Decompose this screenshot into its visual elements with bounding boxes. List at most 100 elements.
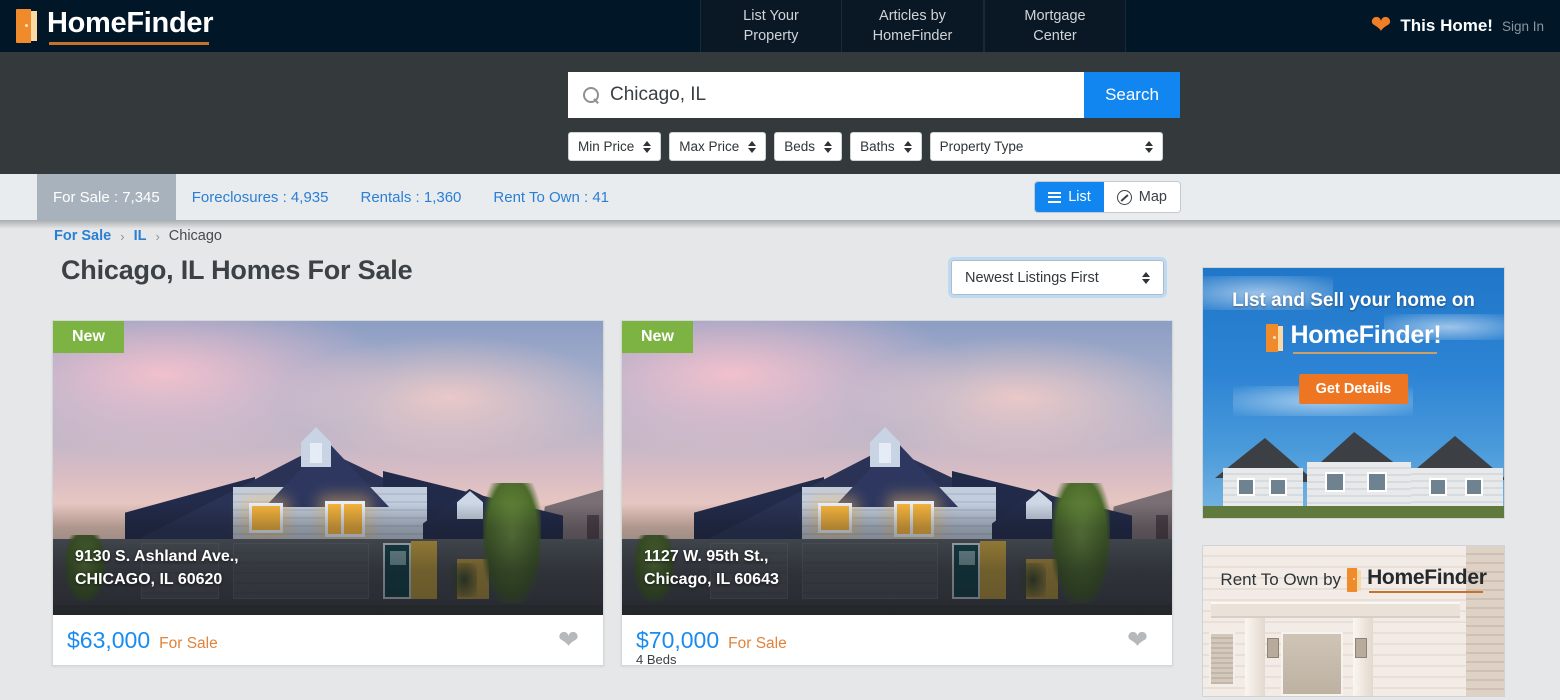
heart-icon[interactable]: ❤ <box>1370 12 1391 38</box>
breadcrumb: For Sale › IL › Chicago <box>54 228 222 244</box>
listing-card[interactable]: New 1127 W. 95th St., Chicago, IL 60643 … <box>621 320 1173 668</box>
nav-link-mortgage-center[interactable]: Mortgage Center <box>984 0 1126 52</box>
listing-photo[interactable]: New 9130 S. Ashland Ave., CHICAGO, IL 60… <box>53 321 603 615</box>
listing-footer: $70,000 For Sale ❤ 4 Beds <box>622 615 1172 668</box>
door-logo-icon <box>16 9 38 43</box>
price-line: $70,000 For Sale <box>636 627 787 654</box>
filter-label: Property Type <box>939 139 1024 154</box>
sort-select[interactable]: Newest Listings First <box>948 257 1167 298</box>
ad-list-and-sell[interactable]: LIst and Sell your home on HomeFinder! G… <box>1202 267 1505 519</box>
status-badge: New <box>53 321 124 353</box>
price-line: $63,000 For Sale <box>67 627 218 654</box>
ad-headline: LIst and Sell your home on <box>1232 290 1475 311</box>
primary-nav-links: List Your Property Articles by HomeFinde… <box>700 0 1126 52</box>
search-input[interactable] <box>610 84 1073 106</box>
view-toggle-map[interactable]: Map <box>1103 182 1180 212</box>
breadcrumb-item-chicago: Chicago <box>168 228 222 244</box>
breadcrumb-separator-icon: › <box>155 228 160 244</box>
search-band: Search Min Price Max Price Beds Baths Pr… <box>0 52 1560 174</box>
hamburger-icon <box>1048 191 1062 203</box>
ad-brand-lockup: Rent To Own by HomeFinder <box>1203 566 1504 593</box>
view-toggle: List Map <box>1035 182 1180 212</box>
ad-house-illustration <box>1203 414 1504 518</box>
nav-link-list-your-property[interactable]: List Your Property <box>700 0 842 52</box>
filter-baths[interactable]: Baths <box>850 132 922 161</box>
breadcrumb-item-il[interactable]: IL <box>134 228 147 244</box>
nav-link-line2: HomeFinder <box>872 28 953 44</box>
ad-rent-to-own[interactable]: Rent To Own by HomeFinder <box>1202 545 1505 697</box>
porch-lamp <box>1267 638 1279 658</box>
tab-rentals[interactable]: Rentals : 1,360 <box>344 174 477 220</box>
listing-footer: $63,000 For Sale ❤ <box>53 615 603 665</box>
tab-rent-to-own[interactable]: Rent To Own : 41 <box>477 174 625 220</box>
ad-brand-name: HomeFinder! <box>1291 321 1442 354</box>
stepper-icon <box>1144 140 1153 153</box>
listing-address: 9130 S. Ashland Ave., CHICAGO, IL 60620 <box>75 545 239 591</box>
listing-beds: 4 Beds <box>636 652 677 667</box>
filter-property-type[interactable]: Property Type <box>929 132 1163 161</box>
sign-in-link[interactable]: Sign In <box>1502 19 1544 34</box>
address-line-2: Chicago, IL 60643 <box>644 571 779 588</box>
filter-label: Max Price <box>679 139 740 154</box>
filter-min-price[interactable]: Min Price <box>568 132 662 161</box>
compass-icon <box>1116 189 1132 205</box>
listing-category-tabs: For Sale : 7,345 Foreclosures : 4,935 Re… <box>0 174 1560 220</box>
address-line-1: 1127 W. 95th St., <box>644 548 769 565</box>
listing-status: For Sale <box>728 634 787 652</box>
listing-price: $70,000 <box>636 626 720 653</box>
tab-for-sale[interactable]: For Sale : 7,345 <box>37 174 176 220</box>
favorite-this-home-label[interactable]: This Home! <box>1400 16 1493 36</box>
tab-list: For Sale : 7,345 Foreclosures : 4,935 Re… <box>0 174 625 220</box>
view-toggle-map-label: Map <box>1138 189 1167 205</box>
filter-beds[interactable]: Beds <box>774 132 843 161</box>
address-line-1: 9130 S. Ashland Ave., <box>75 548 239 565</box>
ad-headline: Rent To Own by <box>1220 569 1342 589</box>
right-rail: LIst and Sell your home on HomeFinder! G… <box>1202 267 1505 697</box>
heart-icon[interactable]: ❤ <box>558 627 579 653</box>
address-line-2: CHICAGO, IL 60620 <box>75 571 223 588</box>
listing-address: 1127 W. 95th St., Chicago, IL 60643 <box>644 545 779 591</box>
brand-name: HomeFinder <box>47 7 213 45</box>
door-logo-icon <box>1265 323 1284 352</box>
brand-logo[interactable]: HomeFinder <box>0 0 213 52</box>
door-logo-icon <box>1347 567 1362 592</box>
porch-column <box>1245 618 1265 696</box>
nav-link-line1: List Your <box>743 8 799 24</box>
view-toggle-list[interactable]: List <box>1035 182 1104 212</box>
porch-lamp <box>1355 638 1367 658</box>
view-toggle-list-label: List <box>1068 189 1091 205</box>
listing-photo[interactable]: New 1127 W. 95th St., Chicago, IL 60643 <box>622 321 1172 615</box>
listing-card[interactable]: New 9130 S. Ashland Ave., CHICAGO, IL 60… <box>52 320 604 666</box>
brand-logo: HomeFinder <box>1347 566 1487 593</box>
filter-max-price[interactable]: Max Price <box>669 132 767 161</box>
header-shadow <box>0 220 1560 229</box>
search-row: Search <box>568 72 1180 118</box>
filter-label: Baths <box>860 139 895 154</box>
sort-select-value: Newest Listings First <box>965 269 1099 286</box>
ad-brand-name: HomeFinder <box>1367 566 1487 593</box>
nav-link-line2: Property <box>743 28 799 44</box>
account-area: ❤ This Home! Sign In <box>1370 0 1544 52</box>
nav-link-articles-by-homefinder[interactable]: Articles by HomeFinder <box>842 0 984 52</box>
nav-link-line1: Articles by <box>879 8 946 24</box>
stepper-icon <box>903 140 912 153</box>
get-details-button[interactable]: Get Details <box>1298 374 1409 404</box>
search-box[interactable] <box>568 72 1084 118</box>
page-body: For Sale › IL › Chicago Chicago, IL Home… <box>0 220 1560 700</box>
tab-foreclosures[interactable]: Foreclosures : 4,935 <box>176 174 345 220</box>
filter-row: Min Price Max Price Beds Baths Property … <box>568 132 1163 161</box>
nav-link-line1: Mortgage <box>1024 8 1086 24</box>
breadcrumb-item-for-sale[interactable]: For Sale <box>54 228 111 244</box>
nav-link-line2: Center <box>1033 28 1077 44</box>
stepper-icon <box>643 140 652 153</box>
status-badge: New <box>622 321 693 353</box>
window-shutter <box>1209 632 1235 686</box>
stepper-icon <box>824 140 833 153</box>
search-button[interactable]: Search <box>1084 72 1180 118</box>
stepper-icon <box>1142 271 1150 284</box>
heart-icon[interactable]: ❤ <box>1127 627 1148 653</box>
porch-beam <box>1211 602 1460 618</box>
stepper-icon <box>748 140 757 153</box>
filter-label: Min Price <box>578 139 635 154</box>
filter-label: Beds <box>784 139 816 154</box>
